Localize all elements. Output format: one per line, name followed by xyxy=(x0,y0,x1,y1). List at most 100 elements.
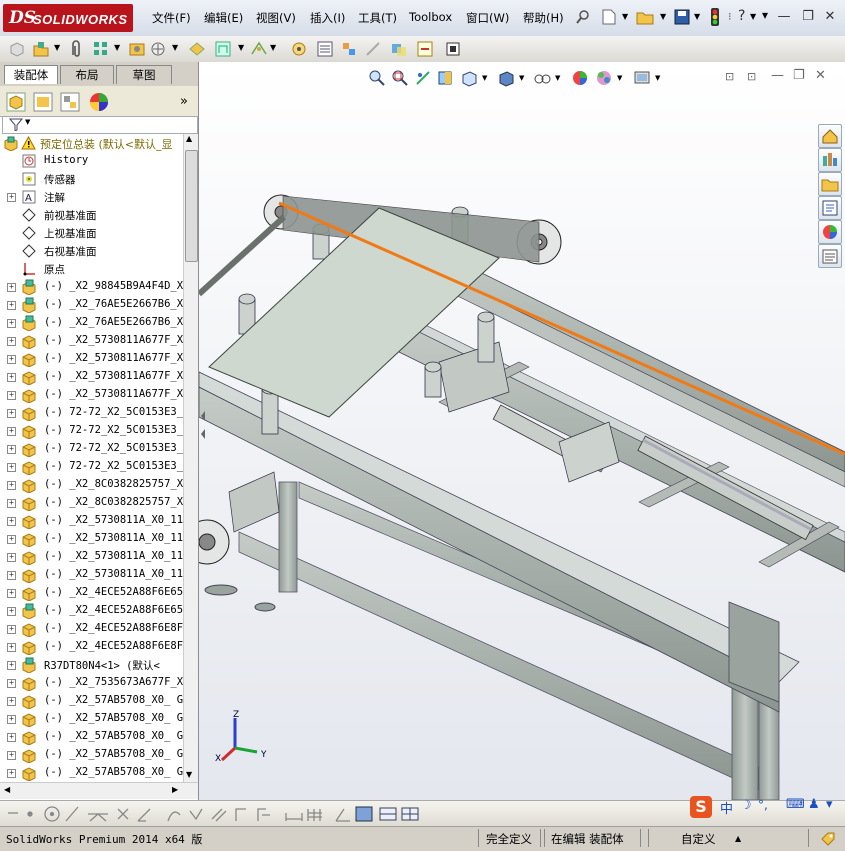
tree-filter[interactable]: ▼ xyxy=(2,116,198,134)
bill-of-materials-icon[interactable] xyxy=(316,40,334,58)
sketch-tools-strip[interactable] xyxy=(8,805,448,823)
expand-toggle-icon[interactable]: + xyxy=(7,769,16,778)
expand-toggle-icon[interactable]: + xyxy=(7,481,16,490)
display-manager-icon[interactable] xyxy=(88,91,110,113)
tree-item[interactable]: + (-) _X2_7535673A677F_X0 xyxy=(0,674,183,692)
minimize-button[interactable]: — xyxy=(776,9,792,25)
explode-line-sketch-icon[interactable] xyxy=(364,40,382,58)
tree-item[interactable]: 传感器 xyxy=(0,170,183,188)
expand-toggle-icon[interactable]: + xyxy=(7,607,16,616)
ime-language[interactable]: 中 xyxy=(720,798,733,817)
ime-user-icon[interactable]: ♟ xyxy=(808,797,820,812)
menu-item-1[interactable]: 编辑(E) xyxy=(204,10,243,26)
clearance-verification-icon[interactable] xyxy=(416,40,434,58)
show-hidden-components-icon[interactable] xyxy=(188,40,206,58)
tree-item[interactable]: 上视基准面 xyxy=(0,224,183,242)
tree-item[interactable]: + (-) _X2_5730811A677F_X0 xyxy=(0,368,183,386)
unit-system-dropdown-icon[interactable]: ▲ xyxy=(735,834,741,843)
move-component-icon[interactable] xyxy=(150,40,168,58)
ime-toolbar[interactable]: S 中 ☽ °, ⌨ ♟ ▾ xyxy=(690,796,845,818)
tree-item[interactable]: + A 注解 xyxy=(0,188,183,206)
file-explorer-button[interactable] xyxy=(818,172,842,196)
expand-toggle-icon[interactable]: + xyxy=(7,427,16,436)
search-icon[interactable] xyxy=(576,10,590,24)
filter-dropdown-icon[interactable]: ▼ xyxy=(25,118,30,126)
expand-toggle-icon[interactable]: + xyxy=(7,751,16,760)
tree-item[interactable]: + (-) _X2_76AE5E2667B6_X0 xyxy=(0,296,183,314)
instant3d-icon[interactable] xyxy=(444,40,462,58)
scroll-down-arrow-icon[interactable]: ▼ xyxy=(186,770,192,779)
tag-icon[interactable] xyxy=(820,831,836,847)
new-dropdown-icon[interactable]: ▼ xyxy=(622,12,628,21)
expand-toggle-icon[interactable]: + xyxy=(7,589,16,598)
assembly-features-icon[interactable] xyxy=(214,40,232,58)
solidworks-resources-button[interactable] xyxy=(818,124,842,148)
menu-item-4[interactable]: 工具(T) xyxy=(358,10,397,26)
expand-toggle-icon[interactable]: + xyxy=(7,409,16,418)
reference-geometry-icon[interactable] xyxy=(250,40,268,58)
dropdown-icon[interactable]: ▼ xyxy=(114,43,120,52)
view-palette-button[interactable] xyxy=(818,196,842,220)
menu-item-6[interactable]: 窗口(W) xyxy=(466,10,509,26)
tree-item[interactable]: + R37DT80N4<1> (默认< xyxy=(0,656,183,674)
tree-item[interactable]: + (-) _X2_98845B9A4F4D_X0 xyxy=(0,278,183,296)
tree-item[interactable]: + (-) _X2_4ECE52A88F6E8F7 xyxy=(0,638,183,656)
interference-detection-icon[interactable] xyxy=(390,40,408,58)
appearances-button[interactable] xyxy=(818,220,842,244)
new-document-icon[interactable] xyxy=(602,9,616,25)
tree-item[interactable]: + (-) 72-72_X2_5C0153E3_X xyxy=(0,404,183,422)
expand-toggle-icon[interactable]: + xyxy=(7,445,16,454)
feature-tree-icon[interactable] xyxy=(6,92,26,112)
save-icon[interactable] xyxy=(674,9,690,25)
menu-item-2[interactable]: 视图(V) xyxy=(256,10,296,26)
tree-item[interactable]: + (-) _X2_76AE5E2667B6_X0 xyxy=(0,314,183,332)
insert-component-icon[interactable] xyxy=(32,40,50,58)
help-dropdown-icon[interactable]: ▼ xyxy=(750,12,756,21)
tree-item[interactable]: History xyxy=(0,152,183,170)
tree-item[interactable]: + (-) _X2_57AB5708_X0_ GB xyxy=(0,728,183,746)
pin-icon[interactable]: ▾ xyxy=(762,8,768,22)
menu-item-5[interactable]: Toolbox xyxy=(409,10,452,24)
tab-assembly[interactable]: 装配体 xyxy=(4,65,58,84)
tree-item[interactable]: 原点 xyxy=(0,260,183,278)
assembly-tool-icon[interactable] xyxy=(8,40,26,58)
configuration-manager-icon[interactable] xyxy=(60,92,80,112)
expand-toggle-icon[interactable]: + xyxy=(7,499,16,508)
expand-toggle-icon[interactable]: + xyxy=(7,733,16,742)
expand-toggle-icon[interactable]: + xyxy=(7,283,16,292)
dropdown-icon[interactable]: ▼ xyxy=(270,43,276,52)
expand-toggle-icon[interactable]: + xyxy=(7,355,16,364)
expand-toggle-icon[interactable]: + xyxy=(7,625,16,634)
ime-skin-icon[interactable]: ▾ xyxy=(826,797,833,812)
expand-toggle-icon[interactable]: + xyxy=(7,661,16,670)
open-folder-icon[interactable] xyxy=(636,9,654,25)
tree-item[interactable]: 前视基准面 xyxy=(0,206,183,224)
menu-item-3[interactable]: 插入(I) xyxy=(310,10,345,26)
close-button[interactable]: ✕ xyxy=(822,9,838,25)
expand-toggle-icon[interactable]: + xyxy=(7,319,16,328)
tree-item[interactable]: + (-) _X2_5730811A_X0_116 xyxy=(0,530,183,548)
menu-item-0[interactable]: 文件(F) xyxy=(152,10,191,26)
menu-item-7[interactable]: 帮助(H) xyxy=(523,10,564,26)
expand-toggle-icon[interactable]: + xyxy=(7,553,16,562)
dropdown-icon[interactable]: ▼ xyxy=(172,43,178,52)
exploded-view-icon[interactable] xyxy=(340,40,358,58)
scroll-right-arrow-icon[interactable]: ▶ xyxy=(172,785,178,794)
property-manager-icon[interactable] xyxy=(33,92,53,112)
mate-paperclip-icon[interactable] xyxy=(68,40,84,58)
expand-toggle-icon[interactable]: + xyxy=(7,715,16,724)
tab-layout[interactable]: 布局 xyxy=(60,65,114,84)
expand-toggle-icon[interactable]: + xyxy=(7,373,16,382)
tree-item[interactable]: + (-) _X2_5730811A_X0_116 xyxy=(0,548,183,566)
tree-item[interactable]: + (-) _X2_5730811A677F_X0 xyxy=(0,332,183,350)
tree-item[interactable]: + (-) _X2_4ECE52A88F6E652 xyxy=(0,602,183,620)
expand-toggle-icon[interactable]: + xyxy=(7,571,16,580)
rebuild-traffic-light-icon[interactable] xyxy=(710,8,720,26)
save-dropdown-icon[interactable]: ▼ xyxy=(694,12,700,21)
tree-item[interactable]: + (-) _X2_8C0382825757_X0 xyxy=(0,476,183,494)
dropdown-icon[interactable]: ▼ xyxy=(54,43,60,52)
scroll-up-arrow-icon[interactable]: ▲ xyxy=(186,134,192,143)
tree-scroll-thumb[interactable] xyxy=(185,150,198,262)
help-icon[interactable]: ? xyxy=(738,8,745,24)
options-icon[interactable]: ⁝ xyxy=(728,10,732,23)
